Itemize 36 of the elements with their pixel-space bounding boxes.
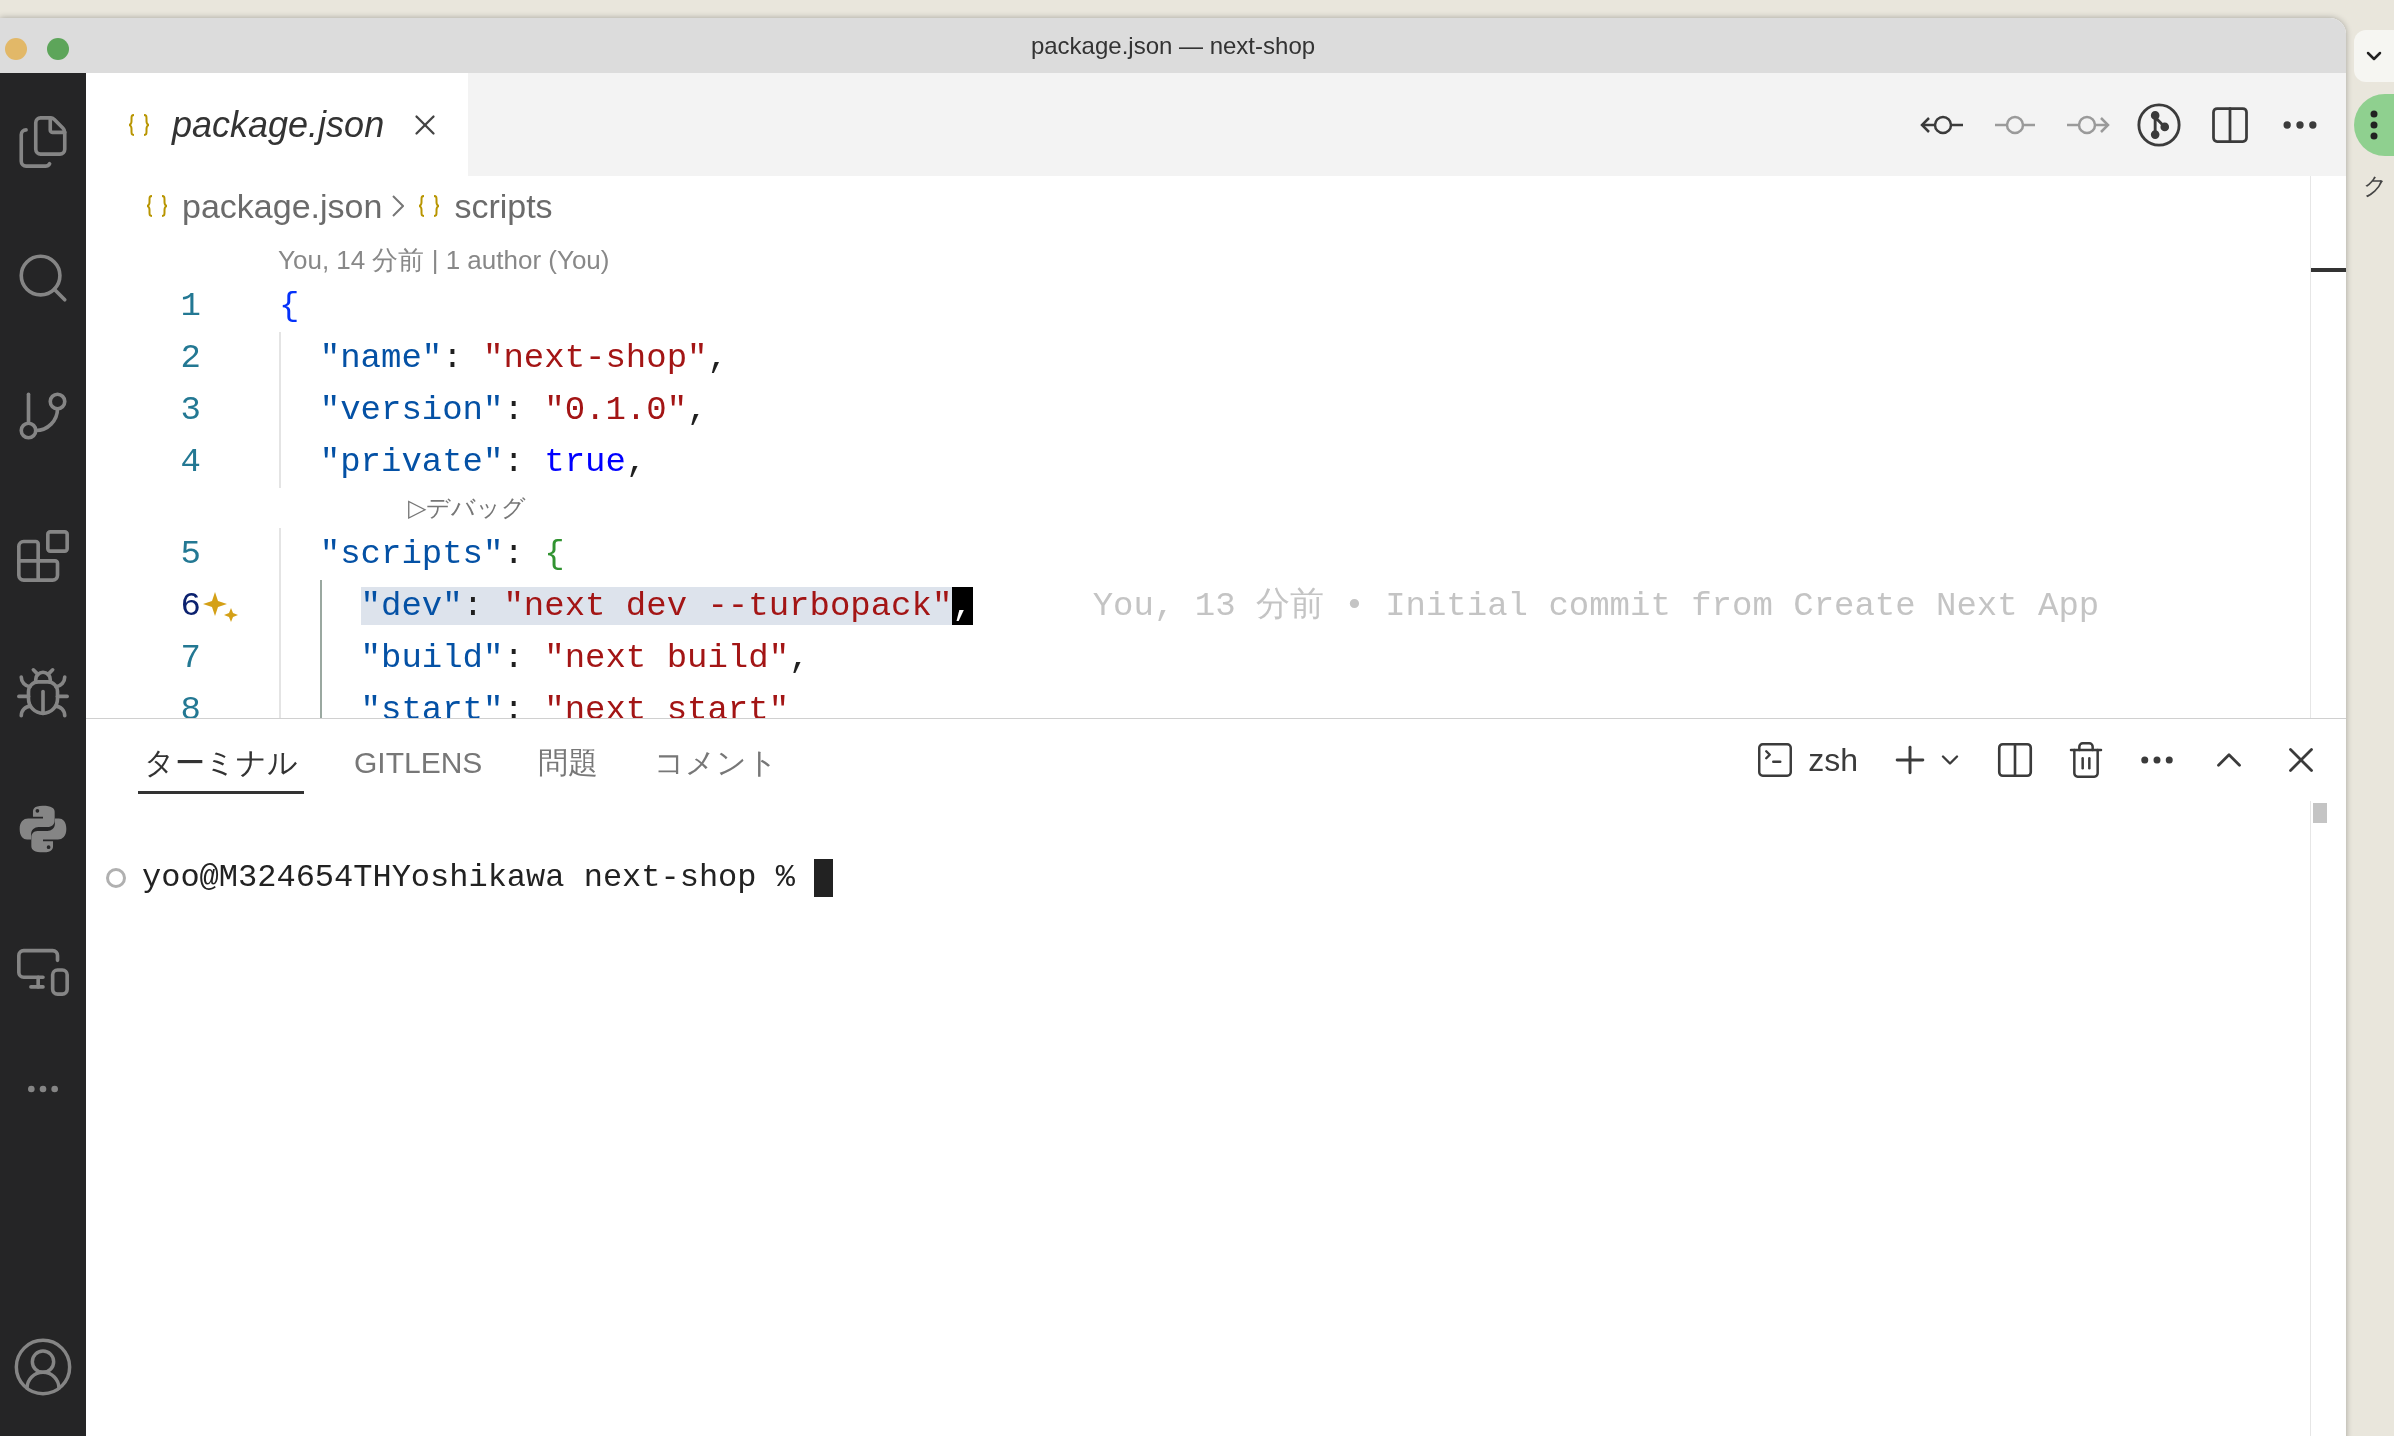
- panel-tab[interactable]: GITLENS: [348, 734, 489, 794]
- code-line: "name": "next-shop",: [319, 337, 728, 379]
- code-line: "build": "next build",: [360, 637, 810, 679]
- chevron-icon: [392, 195, 405, 217]
- code-line: "version": "0.1.0",: [319, 389, 708, 431]
- line-number: 2: [179, 337, 201, 379]
- editor-tab[interactable]: package.json: [86, 73, 469, 176]
- code-line: {: [279, 285, 300, 327]
- terminal-profile[interactable]: zsh: [1808, 736, 1858, 784]
- panel-tab[interactable]: ターミナル: [138, 734, 304, 794]
- breadcrumb-item[interactable]: scripts: [454, 180, 553, 232]
- extensions-icon[interactable]: [14, 527, 72, 585]
- debug-codelens[interactable]: ▷デバッグ: [408, 490, 527, 526]
- code-line: "dev": "next dev --turbopack",: [360, 585, 973, 627]
- terminal-cursor: [814, 859, 834, 897]
- line-number: 3: [179, 389, 201, 431]
- line-number: 5: [179, 533, 201, 575]
- panel-tab[interactable]: コメント: [648, 734, 785, 794]
- code-line: "scripts": {: [319, 533, 565, 575]
- partial-text: ク: [2363, 171, 2389, 201]
- menu-button[interactable]: [2354, 94, 2394, 156]
- breadcrumb-item[interactable]: package.json: [182, 180, 383, 232]
- commit-graph-icon[interactable]: [2136, 101, 2182, 148]
- tab-label: package.json: [172, 102, 385, 147]
- command-decoration-icon: [106, 868, 126, 888]
- code-line: "private": true,: [319, 441, 647, 483]
- line-number: 1: [179, 285, 201, 327]
- blame-annotation: You, 13 分前 • Initial commit from Create Next App: [1092, 585, 2100, 627]
- line-number: 6: [179, 585, 201, 627]
- terminal-prompt: yoo@M324654THYoshikawa next-shop %: [142, 858, 796, 898]
- window-title: package.json — next-shop: [1030, 30, 1316, 61]
- line-number: 7: [179, 637, 201, 679]
- line-number: 4: [179, 441, 201, 483]
- panel-tab[interactable]: 問題: [532, 734, 605, 794]
- more-icon: [2370, 110, 2378, 140]
- codelens-text[interactable]: You, 14 分前 | 1 author (You): [278, 241, 610, 280]
